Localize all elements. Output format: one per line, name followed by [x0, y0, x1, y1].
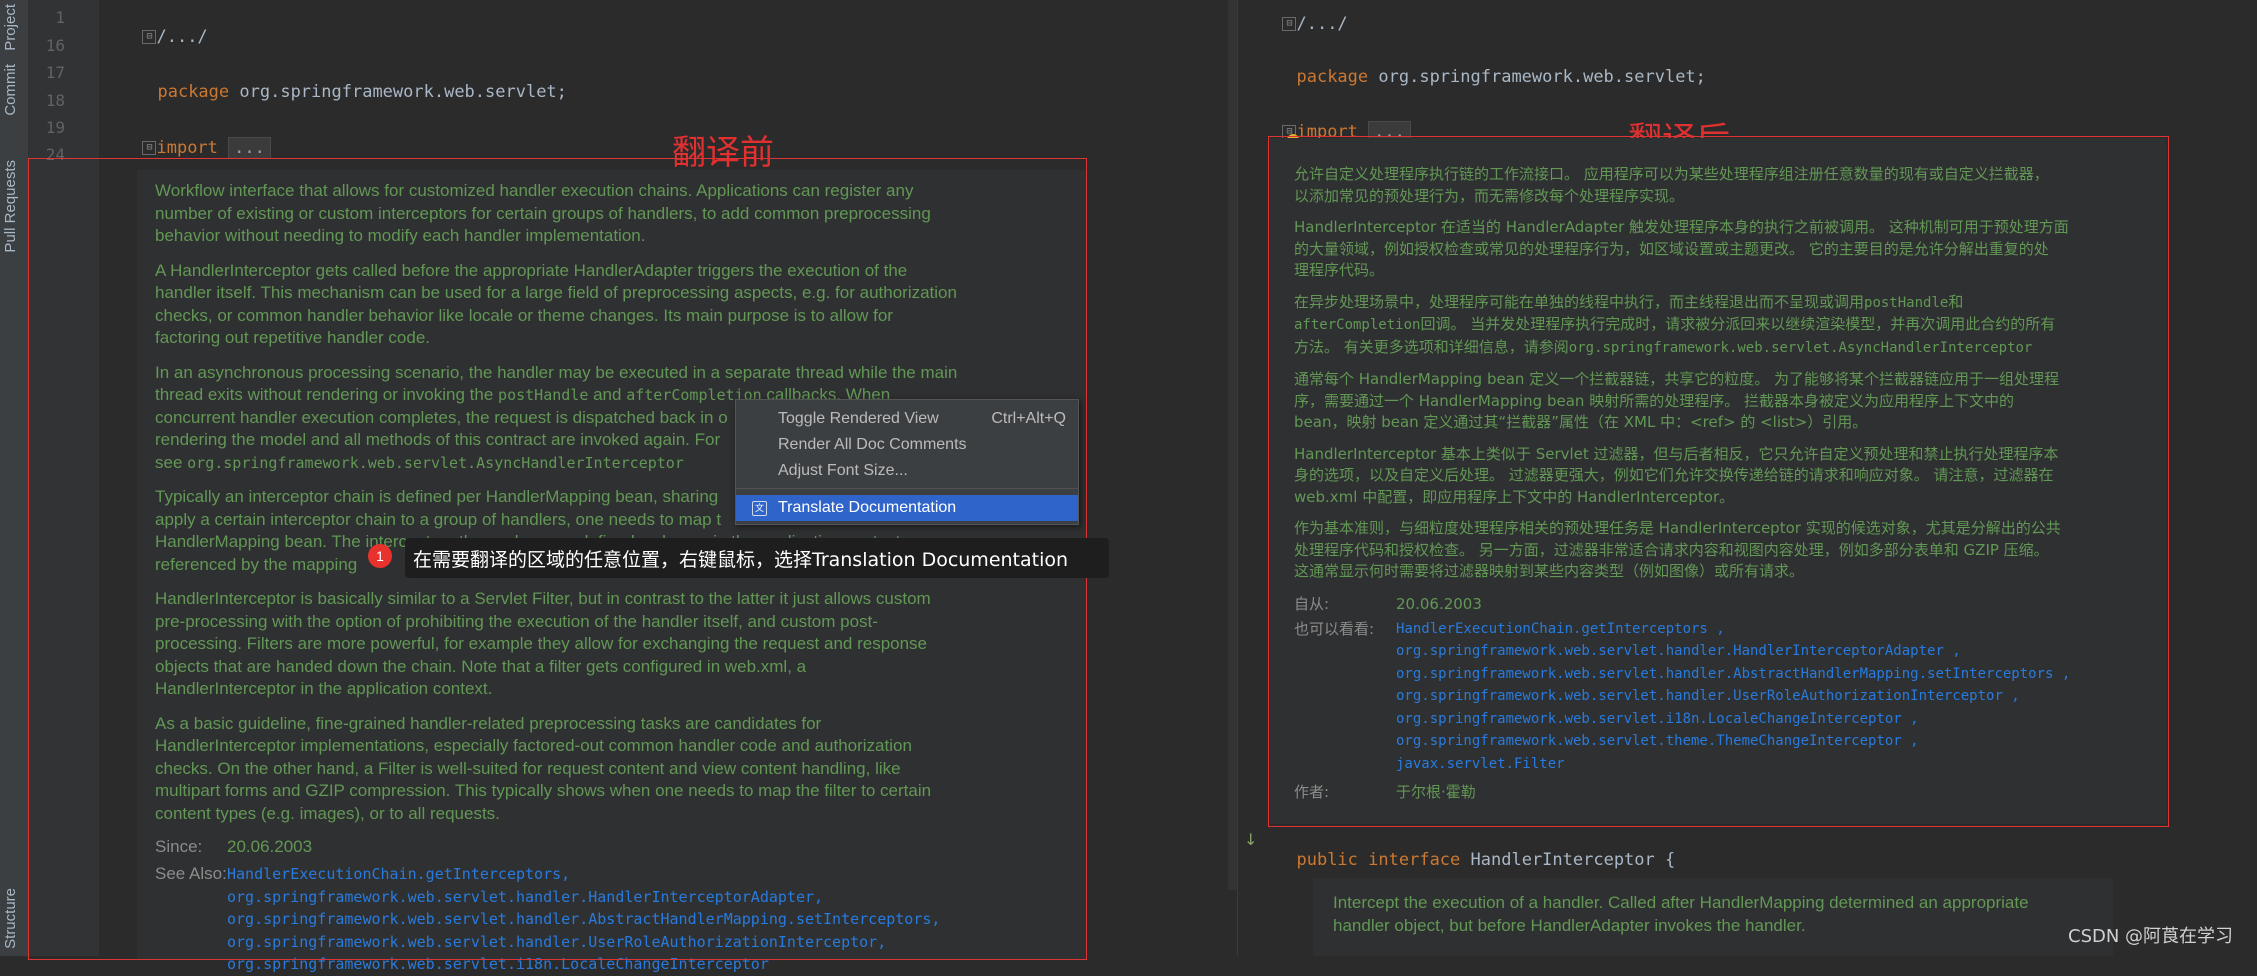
tab-project-label: Project: [2, 4, 19, 51]
code-line-import[interactable]: ⊟ import ...: [122, 117, 271, 159]
editor-splitter[interactable]: ↓: [1237, 0, 1268, 956]
keyword-import: import: [156, 138, 218, 158]
tool-window-strip: Project Commit Pull Requests Structure: [0, 0, 29, 956]
tab-pull-requests-label: Pull Requests: [2, 160, 19, 253]
scrollbar-left[interactable]: [1228, 0, 1237, 890]
context-menu: Toggle Rendered View Ctrl+Alt+Q Render A…: [735, 399, 1079, 525]
folded-header: /.../: [156, 27, 208, 47]
code-line-header-right[interactable]: ⊟/.../: [1262, 0, 1348, 34]
watermark: CSDN @阿莨在学习: [2068, 926, 2234, 947]
line-number: 16: [45, 36, 65, 55]
fold-icon[interactable]: ⊟: [1282, 17, 1297, 31]
keyword-public: public: [1296, 850, 1358, 870]
menu-item-translate-documentation[interactable]: 文 Translate Documentation: [736, 495, 1078, 521]
shortcut-label: Ctrl+Alt+Q: [991, 410, 1066, 427]
line-number: 19: [45, 118, 65, 137]
tab-commit-label: Commit: [2, 64, 19, 116]
code-line-package[interactable]: package org.springframework.web.servlet;: [137, 62, 567, 102]
tab-structure[interactable]: Structure: [2, 888, 26, 949]
folded-header: /.../: [1296, 14, 1348, 34]
tab-project[interactable]: Project: [2, 4, 26, 51]
package-name: org.springframework.web.servlet;: [239, 82, 567, 102]
tooltip-text: 在需要翻译的区域的任意位置，右键鼠标，选择Translation Documen…: [413, 549, 1069, 571]
step-badge: 1: [368, 544, 392, 568]
package-name: org.springframework.web.servlet;: [1378, 67, 1706, 87]
doc-comment-method[interactable]: Intercept the execution of a handler. Ca…: [1313, 878, 2113, 956]
fold-icon[interactable]: ⊟: [142, 141, 157, 155]
fold-icon[interactable]: ⊟: [142, 30, 157, 44]
doc-paragraph: Intercept the execution of a handler. Ca…: [1333, 893, 2029, 935]
annotation-box-after: [1268, 136, 2169, 827]
line-number: 17: [45, 63, 65, 82]
line-number: 18: [45, 91, 65, 110]
tab-structure-label: Structure: [2, 888, 19, 949]
line-number: 1: [55, 8, 65, 27]
menu-item-adjust-font-size[interactable]: Adjust Font Size...: [736, 458, 1078, 484]
implement-arrow-icon[interactable]: ↓: [1244, 830, 1257, 849]
menu-item-toggle-rendered-view[interactable]: Toggle Rendered View Ctrl+Alt+Q: [736, 406, 1078, 432]
keyword-interface: interface: [1368, 850, 1461, 870]
tab-pull-requests[interactable]: Pull Requests: [2, 160, 26, 253]
code-line-package-right[interactable]: package org.springframework.web.servlet;: [1276, 47, 1706, 87]
keyword-package: package: [157, 82, 230, 102]
code-line-interface[interactable]: public interface HandlerInterceptor {: [1276, 830, 1675, 870]
translate-icon: 文: [752, 501, 767, 516]
code-line-header[interactable]: ⊟/.../: [122, 7, 208, 47]
keyword-package: package: [1296, 67, 1369, 87]
tab-commit[interactable]: Commit: [2, 64, 26, 116]
menu-item-render-all-doc-comments[interactable]: Render All Doc Comments: [736, 432, 1078, 458]
interface-name: HandlerInterceptor {: [1470, 850, 1676, 870]
menu-separator: [736, 488, 1078, 489]
import-fold-placeholder[interactable]: ...: [228, 137, 271, 159]
